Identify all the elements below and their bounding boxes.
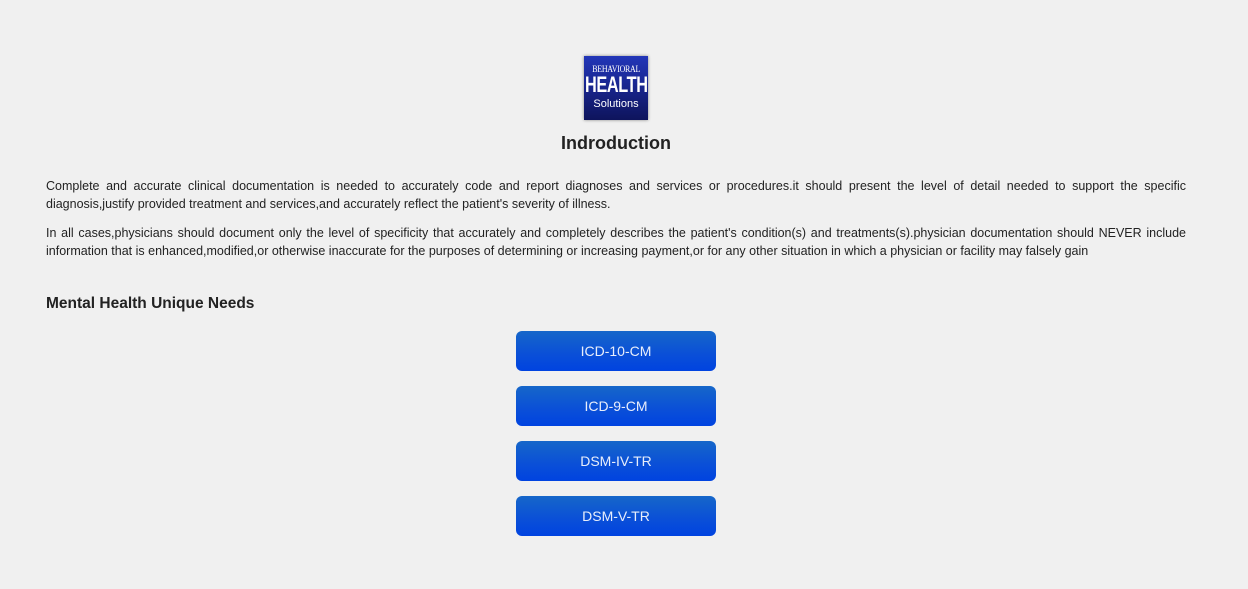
- section-title: Mental Health Unique Needs: [46, 295, 255, 312]
- logo-line-health: HEALTH: [584, 72, 648, 97]
- icd-9-cm-button[interactable]: ICD-9-CM: [516, 386, 716, 426]
- intro-paragraph-2: In all cases,physicians should document …: [46, 226, 1186, 258]
- behavioral-health-solutions-logo: BEHAVIORAL HEALTH Solutions: [584, 56, 648, 120]
- code-system-button-list: ICD-10-CM ICD-9-CM DSM-IV-TR DSM-V-TR: [516, 331, 716, 536]
- intro-paragraph-1: Complete and accurate clinical documenta…: [46, 179, 1186, 211]
- dsm-v-tr-button[interactable]: DSM-V-TR: [516, 496, 716, 536]
- page-title: Indroduction: [561, 133, 671, 153]
- dsm-iv-tr-button[interactable]: DSM-IV-TR: [516, 441, 716, 481]
- icd-10-cm-button[interactable]: ICD-10-CM: [516, 331, 716, 371]
- logo-line-solutions: Solutions: [593, 98, 639, 110]
- logo: BEHAVIORAL HEALTH Solutions: [584, 56, 648, 120]
